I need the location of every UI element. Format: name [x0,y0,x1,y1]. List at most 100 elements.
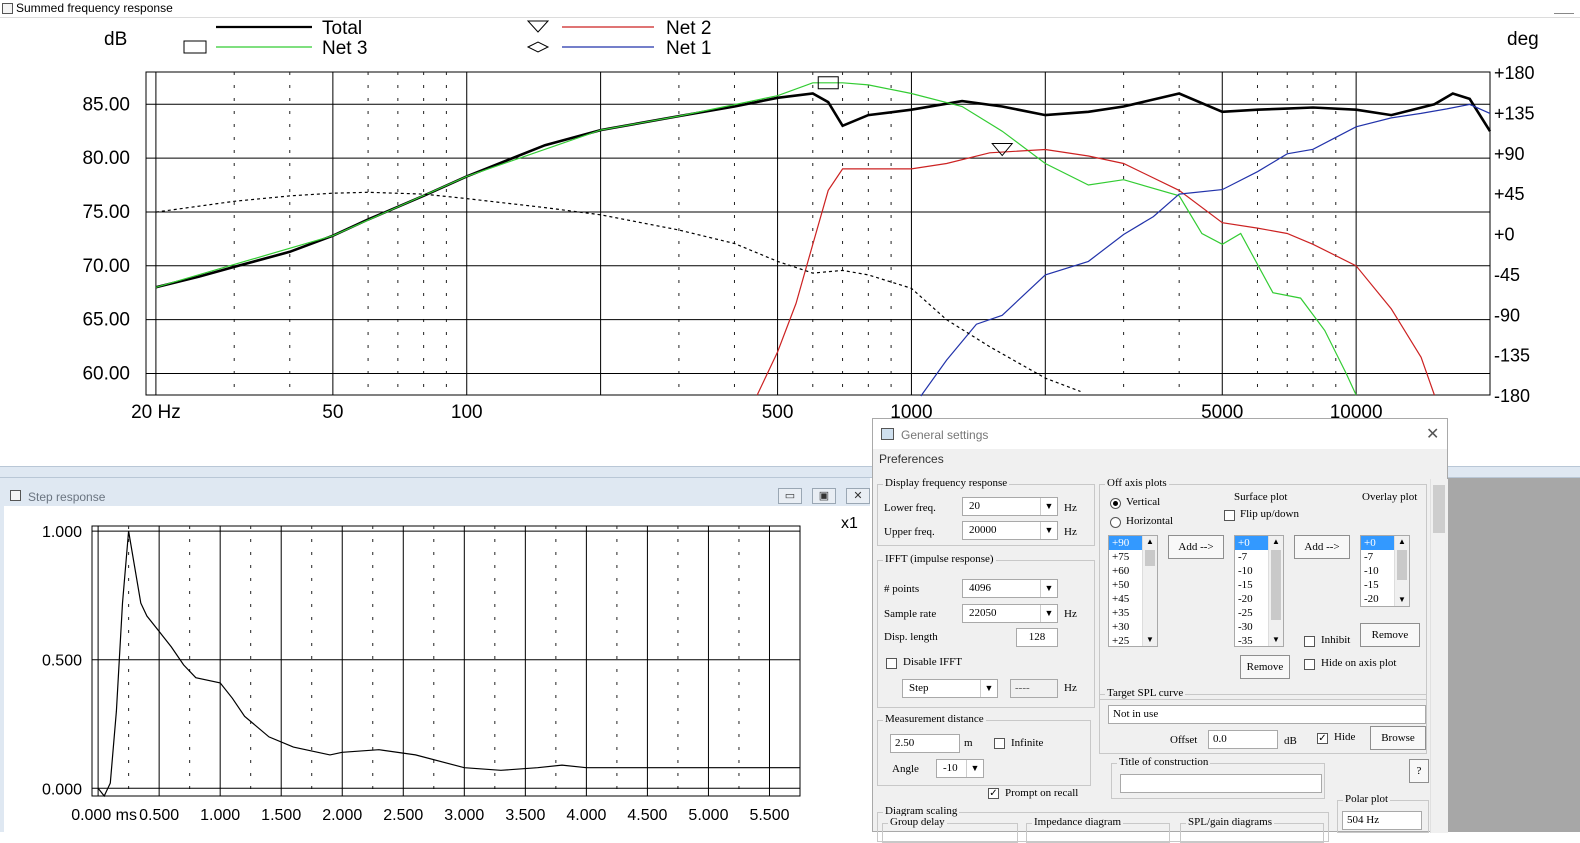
tab-preferences[interactable]: Preferences [879,452,944,466]
scroll-thumb[interactable] [1271,550,1281,620]
chevron-down-icon[interactable]: ▼ [980,680,997,697]
distance-input[interactable]: 2.50 [890,734,960,753]
legend-label: Net 1 [666,38,711,59]
scroll-thumb[interactable] [1397,550,1407,580]
group-title: Off axis plots [1105,477,1169,489]
polar-plot-group: Polar plot 504 Hz [1337,793,1429,833]
group-title: Display frequency response [883,477,1010,489]
x-tick-label: 4.000 [566,807,606,824]
chevron-down-icon[interactable]: ▼ [1040,580,1057,597]
inhibit-checkbox[interactable] [1304,636,1315,647]
polar-frequency-input[interactable]: 504 Hz [1342,811,1422,830]
disp-length-input[interactable]: 128 [1016,628,1058,647]
remove-overlay-button[interactable]: Remove [1360,623,1420,647]
sample-rate-combo[interactable]: 22050 ▼ [962,604,1058,623]
chevron-up-icon[interactable]: ▲ [1395,536,1409,548]
angle-combo[interactable]: -10 ▼ [936,759,984,778]
infinite-checkbox[interactable] [994,738,1005,749]
dialog-scrollbar[interactable] [1430,479,1448,833]
help-button[interactable]: ? [1409,759,1429,783]
points-label: # points [884,583,920,595]
response-mode-combo[interactable]: Step ▼ [902,679,998,698]
chevron-up-icon[interactable]: ▲ [1269,536,1283,548]
legend-label: Net 3 [322,38,367,59]
off-axis-group: Off axis plots Vertical Horizontal Surfa… [1099,477,1427,700]
list-scrollbar[interactable]: ▲ ▼ [1268,536,1283,646]
restore-button[interactable]: ▣ [812,488,836,504]
close-button[interactable]: ✕ [846,488,870,504]
remove-surface-button[interactable]: Remove [1240,655,1290,679]
response-mode-value: Step [909,682,929,694]
chevron-down-icon[interactable]: ▼ [1143,634,1157,646]
distance-unit: m [964,737,973,749]
lower-freq-label: Lower freq. [884,502,936,514]
add-surface-button[interactable]: Add --> [1168,535,1224,559]
list-scrollbar[interactable]: ▲ ▼ [1142,536,1157,646]
group-title: Title of construction [1117,756,1211,768]
chevron-down-icon[interactable]: ▼ [1395,594,1409,606]
mode-frequency-input[interactable]: ---- [1010,679,1058,698]
chevron-down-icon[interactable]: ▼ [1040,605,1057,622]
legend-label: Total [322,18,362,39]
group-title: Polar plot [1343,793,1391,805]
spl-gain-group: SPL/gain diagrams [1180,816,1324,843]
chevron-up-icon[interactable]: ▲ [1143,536,1157,548]
overlay-angle-list[interactable]: +0 -7 -10 -15 -20 ▲ ▼ [1360,535,1410,607]
horizontal-radio[interactable] [1110,517,1121,528]
y-tick-label: 0.000 [42,781,82,798]
x-tick-label: 5.500 [749,807,789,824]
chevron-down-icon[interactable]: ▼ [1040,498,1057,515]
x-tick-label: 4.500 [627,807,667,824]
minimize-button[interactable]: ▭ [778,488,802,504]
list-scrollbar[interactable]: ▲ ▼ [1394,536,1409,606]
plot-area [91,525,801,797]
offset-label: Offset [1170,734,1198,746]
disable-ifft-checkbox[interactable] [886,658,897,669]
scroll-thumb[interactable] [1145,550,1155,566]
minimize-icon[interactable] [1554,3,1574,14]
hide-on-axis-checkbox[interactable] [1304,659,1315,670]
dialog-titlebar[interactable]: General settings ✕ [873,419,1447,449]
browse-button[interactable]: Browse [1370,726,1426,750]
points-combo[interactable]: 4096 ▼ [962,579,1058,598]
y2-tick-label: +45 [1494,184,1525,204]
diagram-scaling-group: Diagram scaling Group delay Impedance di… [877,805,1329,843]
offset-input[interactable]: 0.0 [1208,730,1278,749]
upper-freq-label: Upper freq. [884,526,935,538]
chevron-down-icon[interactable]: ▼ [966,760,983,777]
surface-angle-list[interactable]: +0 -7 -10 -15 -20 -25 -30 -35 ▲ ▼ [1234,535,1284,647]
step-window-titlebar[interactable]: Step response ▭ ▣ ✕ [4,478,870,506]
y2-tick-label: +0 [1494,225,1515,245]
y-tick-label: 60.00 [82,363,130,384]
scroll-thumb[interactable] [1433,485,1445,533]
angle-value: -10 [943,762,958,774]
add-overlay-button[interactable]: Add --> [1294,535,1350,559]
dialog-icon [881,428,894,440]
target-spl-input[interactable]: Not in use [1108,705,1426,724]
vertical-label: Vertical [1126,496,1161,508]
prompt-on-recall-checkbox[interactable]: ✓ [988,788,999,799]
upper-freq-unit: Hz [1064,526,1077,538]
disable-ifft-label: Disable IFFT [903,656,962,668]
flip-updown-checkbox[interactable] [1224,510,1235,521]
chevron-down-icon[interactable]: ▼ [1040,522,1057,539]
x-tick-label: 2.500 [383,807,423,824]
hide-target-checkbox[interactable]: ✓ [1317,733,1328,744]
upper-freq-combo[interactable]: 20000 ▼ [962,521,1058,540]
angle-list[interactable]: +90 +75 +60 +50 +45 +35 +30 +25 ▲ ▼ [1108,535,1158,647]
vertical-radio[interactable] [1110,498,1121,509]
close-icon[interactable]: ✕ [1426,424,1439,444]
y2-tick-label: +180 [1494,63,1535,83]
y-tick-label: 1.000 [42,524,82,541]
chevron-down-icon[interactable]: ▼ [1269,634,1283,646]
construction-title-group: Title of construction [1111,756,1325,799]
construction-title-input[interactable] [1120,774,1322,793]
y2-tick-label: -180 [1494,386,1530,406]
x-tick-label: 50 [322,402,343,423]
legend-triangle-marker [526,20,550,33]
group-delay-group: Group delay [882,816,1018,843]
horizontal-label: Horizontal [1126,515,1174,527]
lower-freq-combo[interactable]: 20 ▼ [962,497,1058,516]
frequency-window-titlebar[interactable]: Summed frequency response [0,0,1580,18]
mode-frequency-unit: Hz [1064,682,1077,694]
